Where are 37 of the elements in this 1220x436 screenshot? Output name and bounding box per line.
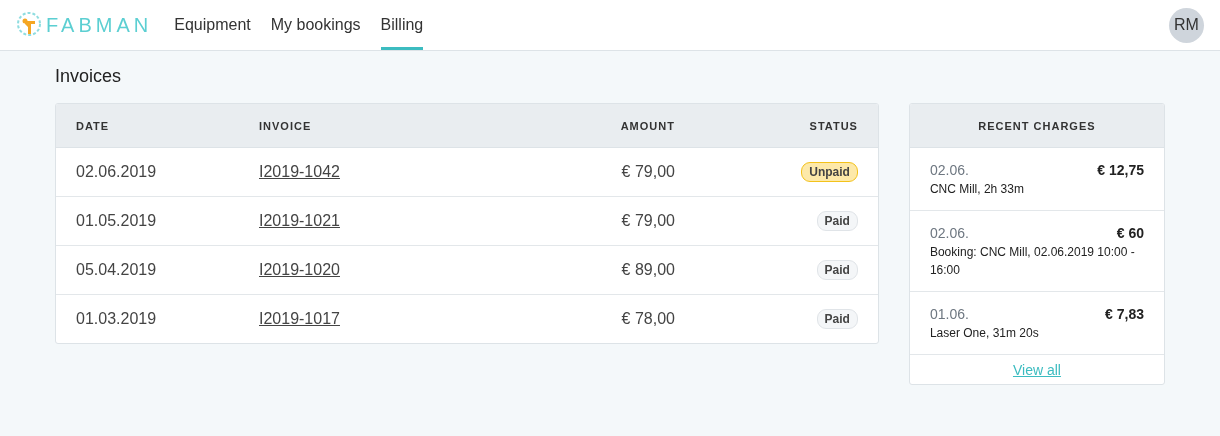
card-title: RECENT CHARGES: [978, 119, 1096, 132]
column-header: AMOUNT: [620, 119, 675, 132]
nav-tab[interactable]: Equipment: [174, 0, 251, 50]
charge-amount: € 12,75: [1097, 162, 1144, 178]
status-badge: Unpaid: [801, 162, 858, 182]
invoice-link[interactable]: I2019-1020: [259, 261, 340, 279]
invoice-link[interactable]: I2019-1021: [259, 212, 340, 230]
amount-cell: € 78,00: [621, 310, 675, 328]
charge-amount: € 7,83: [1105, 306, 1144, 322]
logo-icon: [16, 12, 42, 38]
column-header: STATUS: [809, 119, 858, 132]
user-avatar[interactable]: RM: [1169, 7, 1204, 43]
nav-tab[interactable]: Billing: [380, 0, 424, 50]
date-cell: 01.03.2019: [76, 310, 157, 328]
status-badge: Paid: [816, 309, 858, 329]
charge-description: CNC Mill, 2h 33m: [929, 181, 1025, 198]
charge-amount: € 60: [1116, 225, 1144, 241]
charge-description: Laser One, 31m 20s: [929, 325, 1040, 342]
charge-description: Booking: CNC Mill, 02.06.2019 10:00 - 16:00: [929, 244, 1136, 279]
invoice-link[interactable]: I2019-1042: [259, 163, 340, 181]
column-header: INVOICE: [259, 119, 312, 132]
logo-text: FABMAN: [46, 13, 153, 37]
amount-cell: € 89,00: [621, 261, 675, 279]
status-badge: Paid: [816, 260, 858, 280]
invoice-link[interactable]: I2019-1017: [259, 310, 340, 328]
date-cell: 01.05.2019: [76, 212, 157, 230]
date-cell: 05.04.2019: [76, 261, 157, 279]
charge-date: 01.06.: [929, 306, 969, 322]
date-cell: 02.06.2019: [76, 163, 157, 181]
charge-date: 02.06.: [929, 162, 969, 178]
page-title: Invoices: [55, 65, 123, 87]
column-header: DATE: [76, 119, 110, 132]
status-badge: Paid: [816, 211, 858, 231]
amount-cell: € 79,00: [621, 163, 675, 181]
charge-date: 02.06.: [929, 225, 969, 241]
nav-tab[interactable]: My bookings: [270, 0, 361, 50]
amount-cell: € 79,00: [621, 212, 675, 230]
